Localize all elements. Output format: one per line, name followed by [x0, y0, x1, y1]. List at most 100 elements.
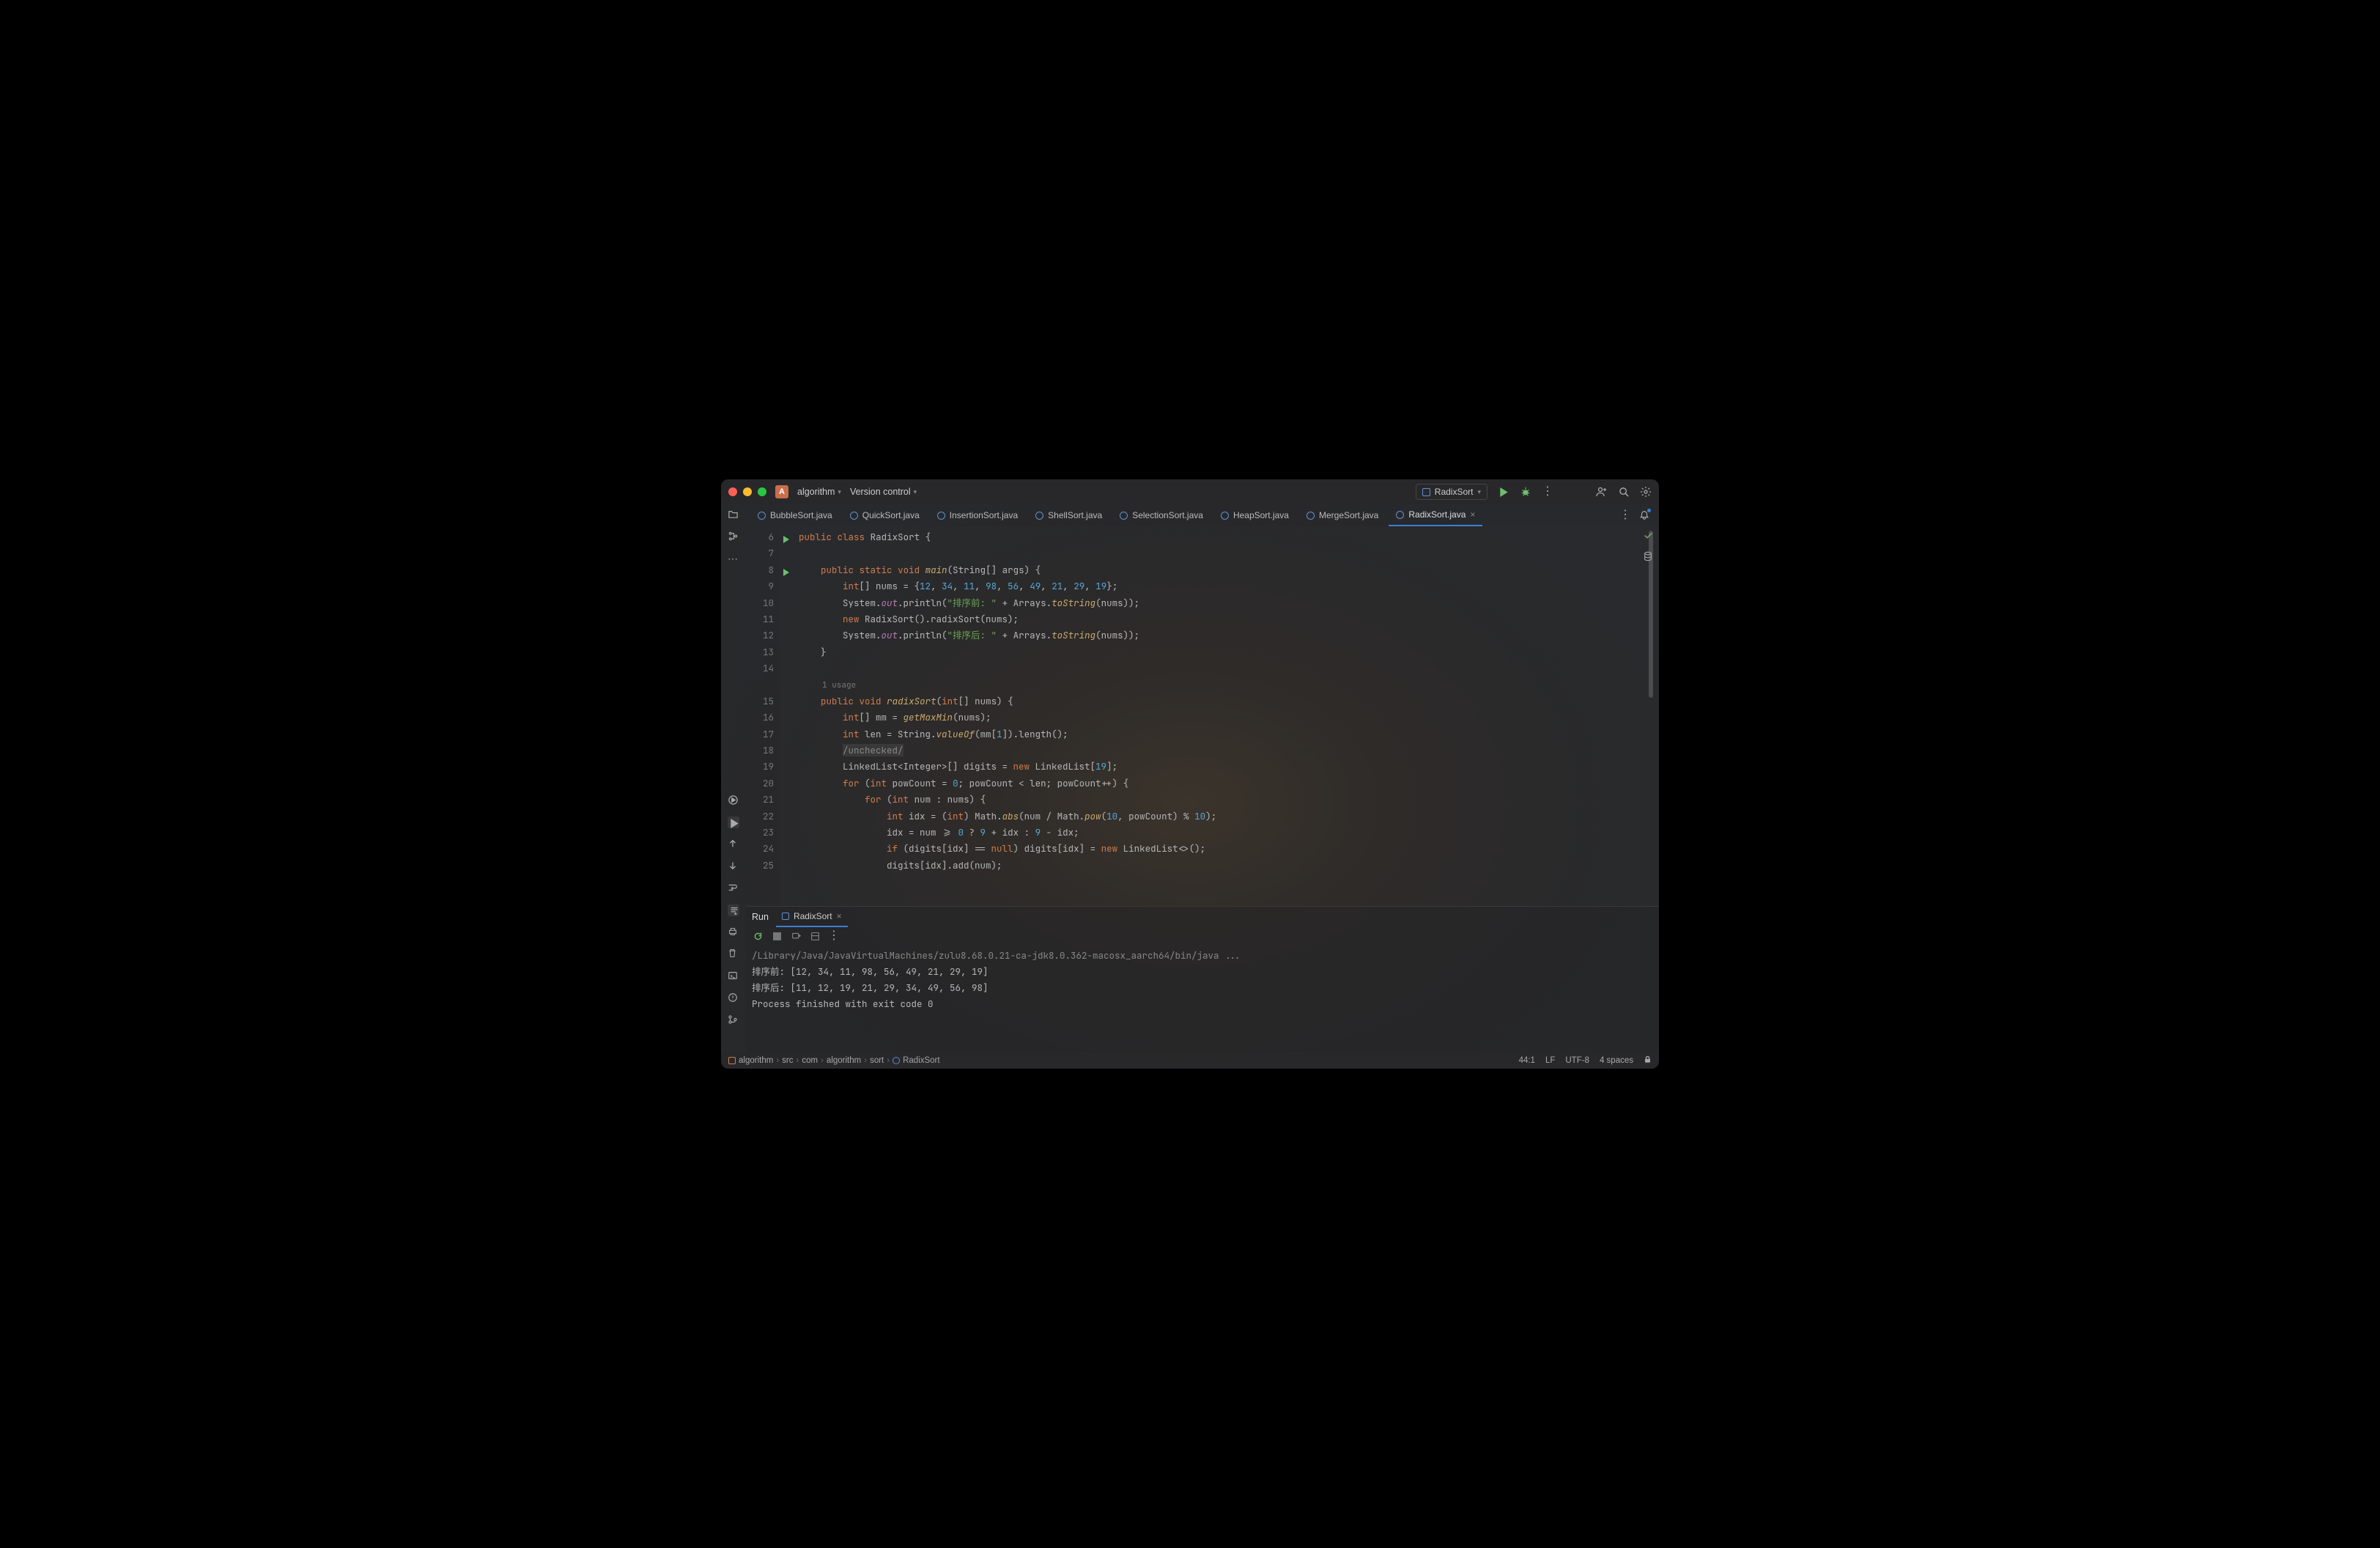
- project-tool-button[interactable]: [728, 509, 739, 520]
- code-line[interactable]: /unchecked/: [799, 742, 1637, 759]
- line-number[interactable]: 9: [746, 578, 780, 594]
- editor-tab[interactable]: BubbleSort.java: [750, 504, 840, 526]
- line-number[interactable]: 6: [746, 529, 780, 545]
- line-number[interactable]: 7: [746, 545, 780, 561]
- code-line[interactable]: [799, 545, 1637, 561]
- editor-tab[interactable]: SelectionSort.java: [1112, 504, 1211, 526]
- code-line[interactable]: LinkedList<Integer>[] digits = new Linke…: [799, 759, 1637, 775]
- print-button[interactable]: [728, 926, 739, 938]
- line-number[interactable]: 24: [746, 841, 780, 857]
- code-line[interactable]: System.out.println("排序后: " + Arrays.toSt…: [799, 627, 1637, 644]
- version-control-dropdown[interactable]: Version control ▾: [850, 487, 917, 497]
- structure-tool-button[interactable]: [728, 531, 739, 542]
- close-icon[interactable]: ×: [837, 911, 842, 921]
- project-dropdown[interactable]: algorithm ▾: [797, 487, 841, 497]
- run-more-button[interactable]: ⋮: [828, 930, 840, 942]
- line-number[interactable]: 13: [746, 644, 780, 660]
- code-line[interactable]: for (int powCount = 0; powCount < len; p…: [799, 775, 1637, 792]
- breadcrumb-segment[interactable]: src: [782, 1056, 793, 1065]
- code-line[interactable]: }: [799, 644, 1637, 660]
- editor-scrollbar[interactable]: [1649, 531, 1653, 902]
- line-number[interactable]: 14: [746, 660, 780, 677]
- code-line[interactable]: new RadixSort().radixSort(nums);: [799, 611, 1637, 627]
- debug-button[interactable]: [1520, 486, 1531, 498]
- editor-tab[interactable]: InsertionSort.java: [930, 504, 1025, 526]
- line-number[interactable]: 22: [746, 808, 780, 825]
- minimize-window-button[interactable]: [743, 487, 752, 496]
- more-actions-button[interactable]: ⋮: [1542, 486, 1553, 498]
- code-line[interactable]: digits[idx].add(num);: [799, 858, 1637, 874]
- project-badge[interactable]: A: [775, 485, 788, 498]
- line-number[interactable]: 21: [746, 792, 780, 808]
- line-number[interactable]: 25: [746, 858, 780, 874]
- line-number[interactable]: 18: [746, 742, 780, 759]
- line-number[interactable]: 8: [746, 562, 780, 578]
- breadcrumb-segment[interactable]: algorithm: [739, 1056, 773, 1065]
- code-line[interactable]: int[] nums = {12, 34, 11, 98, 56, 49, 21…: [799, 578, 1637, 594]
- run-config-tab[interactable]: RadixSort ×: [776, 907, 848, 927]
- breadcrumb-segment[interactable]: RadixSort: [903, 1056, 940, 1065]
- search-button[interactable]: [1618, 486, 1630, 498]
- line-number[interactable]: 20: [746, 775, 780, 792]
- terminal-button[interactable]: [728, 970, 739, 982]
- close-window-button[interactable]: [728, 487, 737, 496]
- notifications-button[interactable]: [1638, 509, 1650, 521]
- scrollbar-thumb[interactable]: [1649, 531, 1653, 698]
- tab-options-button[interactable]: ⋮: [1619, 509, 1631, 521]
- run-console[interactable]: /Library/Java/JavaVirtualMachines/zulu8.…: [746, 945, 1659, 1053]
- rerun-button[interactable]: [752, 930, 764, 942]
- code-line[interactable]: int[] mm = getMaxMin(nums);: [799, 710, 1637, 726]
- breadcrumb-segment[interactable]: algorithm: [827, 1056, 861, 1065]
- editor-tab[interactable]: ShellSort.java: [1028, 504, 1109, 526]
- editor-tab[interactable]: RadixSort.java×: [1389, 504, 1482, 526]
- breadcrumb-segment[interactable]: com: [802, 1056, 818, 1065]
- run-button[interactable]: [1498, 486, 1509, 498]
- code-line[interactable]: System.out.println("排序前: " + Arrays.toSt…: [799, 595, 1637, 611]
- editor-tab[interactable]: MergeSort.java: [1299, 504, 1386, 526]
- line-number[interactable]: 12: [746, 627, 780, 644]
- code-line[interactable]: public static void main(String[] args) {: [799, 562, 1637, 578]
- delete-button[interactable]: [728, 948, 739, 960]
- code-line[interactable]: int idx = (int) Math.abs(num / Math.pow(…: [799, 808, 1637, 825]
- down-arrow-button[interactable]: [728, 860, 739, 872]
- editor-pane[interactable]: 678910111213141516171819202122232425 pub…: [746, 526, 1659, 906]
- cursor-position[interactable]: 44:1: [1519, 1056, 1535, 1065]
- line-number[interactable]: 15: [746, 693, 780, 710]
- code-line[interactable]: public void radixSort(int[] nums) {: [799, 693, 1637, 710]
- layout-button[interactable]: [809, 930, 821, 942]
- code-line[interactable]: idx = num >= 0 ? 9 + idx : 9 - idx;: [799, 825, 1637, 841]
- line-number[interactable]: 11: [746, 611, 780, 627]
- gutter-run-icon[interactable]: [783, 565, 790, 581]
- code-line[interactable]: [799, 660, 1637, 677]
- editor-tab[interactable]: QuickSort.java: [843, 504, 927, 526]
- code-with-me-button[interactable]: [1596, 486, 1608, 498]
- maximize-window-button[interactable]: [758, 487, 766, 496]
- soft-wrap-button[interactable]: [728, 882, 739, 894]
- services-button[interactable]: [728, 795, 739, 806]
- more-tools-button[interactable]: ⋯: [728, 553, 739, 564]
- code-line[interactable]: int len = String.valueOf(mm[1]).length()…: [799, 726, 1637, 742]
- line-number[interactable]: 23: [746, 825, 780, 841]
- code-area[interactable]: public class RadixSort { public static v…: [780, 526, 1637, 906]
- breadcrumb[interactable]: algorithm›src›com›algorithm›sort›RadixSo…: [728, 1056, 940, 1065]
- code-line[interactable]: if (digits[idx] == null) digits[idx] = n…: [799, 841, 1637, 857]
- editor-tab[interactable]: HeapSort.java: [1213, 504, 1296, 526]
- line-number[interactable]: 16: [746, 710, 780, 726]
- stop-button[interactable]: [771, 930, 783, 942]
- code-line[interactable]: for (int num : nums) {: [799, 792, 1637, 808]
- breadcrumb-segment[interactable]: sort: [870, 1056, 884, 1065]
- exit-button[interactable]: [790, 930, 802, 942]
- close-icon[interactable]: ×: [1470, 509, 1475, 520]
- usage-hint[interactable]: 1 usage: [799, 677, 1637, 693]
- gutter-run-icon[interactable]: [783, 532, 790, 548]
- line-separator[interactable]: LF: [1545, 1056, 1555, 1065]
- line-number[interactable]: 19: [746, 759, 780, 775]
- line-number[interactable]: 17: [746, 726, 780, 742]
- scroll-to-end-button[interactable]: [728, 904, 739, 916]
- vcs-button[interactable]: [728, 1014, 739, 1026]
- readonly-lock-icon[interactable]: [1644, 1055, 1652, 1066]
- file-encoding[interactable]: UTF-8: [1565, 1056, 1589, 1065]
- up-arrow-button[interactable]: [728, 838, 739, 850]
- settings-button[interactable]: [1640, 486, 1652, 498]
- problems-button[interactable]: [728, 992, 739, 1004]
